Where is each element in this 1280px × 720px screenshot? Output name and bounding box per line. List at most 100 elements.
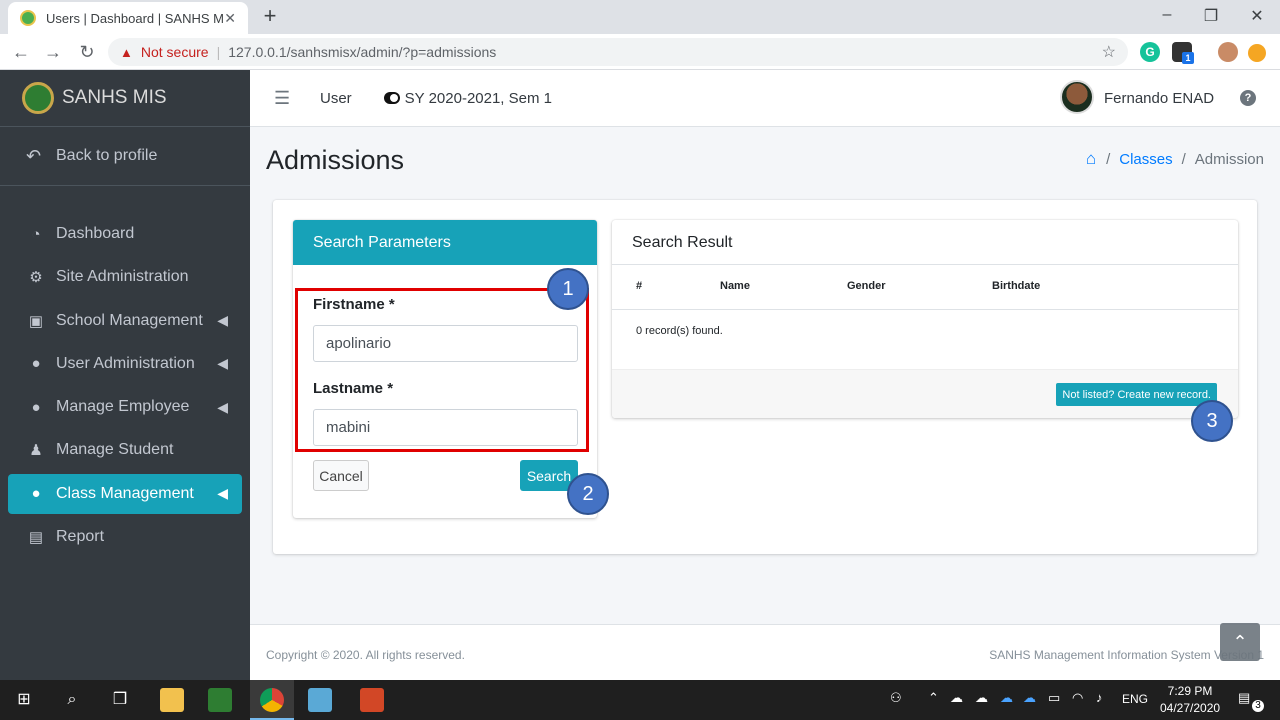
clock-time: 7:29 PM [1167, 684, 1213, 698]
system-version-text: SANHS Management Information System Vers… [989, 648, 1264, 662]
extension-icon-orange[interactable] [1248, 44, 1266, 62]
file-explorer-icon[interactable] [160, 688, 184, 712]
volume-icon[interactable]: ♪ [1096, 690, 1103, 705]
empty-result-text: 0 record(s) found. [636, 325, 723, 337]
extension-badge: 1 [1182, 52, 1194, 64]
user-icon: ● [31, 485, 41, 503]
page-title: Admissions [266, 145, 405, 175]
search-icon[interactable]: ⌕ [60, 688, 84, 712]
breadcrumb: ⌂ / Classes / Admission [1086, 149, 1264, 169]
sidebar-item-site-administration[interactable]: ⚙ Site Administration [8, 257, 242, 297]
bookmark-star-icon[interactable]: ☆ [1102, 42, 1116, 62]
sidebar: SANHS MIS ↶ Back to profile ◔ Dashboard … [0, 70, 250, 680]
sidebar-item-school-management[interactable]: ▣ School Management ◀ [8, 301, 242, 341]
menu-hamburger-icon[interactable]: ☰ [274, 88, 292, 109]
username[interactable]: Fernando ENAD [1104, 90, 1214, 107]
app-icon[interactable] [308, 688, 332, 712]
school-icon: ▣ [28, 312, 44, 330]
task-view-icon[interactable]: ❒ [108, 688, 132, 712]
battery-icon[interactable]: ▭ [1048, 690, 1060, 706]
back-to-profile-link[interactable]: ↶ Back to profile [0, 127, 250, 185]
windows-start-icon[interactable]: ⊞ [12, 688, 36, 712]
tab-close-icon[interactable]: ✕ [224, 10, 236, 27]
nav-user-link[interactable]: User [320, 90, 352, 107]
cloud-upload-icon[interactable]: ☁ [950, 690, 963, 706]
firstname-field[interactable] [313, 325, 578, 362]
onedrive-icon[interactable]: ☁ [1000, 690, 1013, 706]
cloud-upload-icon[interactable]: ☁ [975, 690, 988, 706]
home-icon[interactable]: ⌂ [1086, 149, 1096, 169]
sidebar-item-label: School Management [56, 311, 203, 329]
cogs-icon: ⚙ [29, 269, 43, 287]
reload-icon[interactable]: ↻ [76, 42, 98, 62]
breadcrumb-separator: / [1106, 150, 1111, 168]
avatar[interactable] [1060, 80, 1094, 114]
url-bar[interactable]: ▲ Not secure | 127.0.0.1/sanhsmisx/admin… [108, 38, 1128, 66]
maximize-button[interactable]: ❐ [1196, 6, 1226, 26]
powerpoint-icon[interactable] [360, 688, 384, 712]
clock-date: 04/27/2020 [1160, 701, 1221, 715]
window-close-button[interactable]: ✕ [1242, 6, 1272, 26]
school-year-toggle[interactable]: SY 2020-2021, Sem 1 [383, 90, 552, 107]
help-question-icon[interactable]: ? [1240, 90, 1256, 106]
people-icon[interactable]: ⚇ [890, 690, 902, 706]
sidebar-item-dashboard[interactable]: ◔ Dashboard [8, 214, 242, 254]
callout-3: 3 [1191, 400, 1233, 442]
reply-arrow-icon: ↶ [26, 145, 42, 166]
grammarly-extension-icon[interactable]: G [1140, 42, 1160, 62]
chevron-left-icon: ◀ [217, 398, 228, 415]
scroll-to-top-button[interactable]: ⌃ [1220, 623, 1260, 661]
url-text[interactable]: 127.0.0.1/sanhsmisx/admin/?p=admissions [228, 44, 1101, 60]
url-separator: | [216, 44, 221, 60]
cancel-button[interactable]: Cancel [313, 460, 369, 491]
system-clock[interactable]: 7:29 PM 04/27/2020 [1160, 683, 1220, 717]
school-logo-icon [22, 82, 54, 114]
onedrive-icon[interactable]: ☁ [1023, 690, 1036, 706]
lastname-label: Lastname * [313, 380, 394, 397]
create-new-record-button[interactable]: Not listed? Create new record. [1056, 383, 1217, 406]
sidebar-item-class-management[interactable]: ● Class Management ◀ [8, 473, 242, 514]
back-to-profile-label: Back to profile [56, 147, 158, 164]
chevron-up-icon[interactable]: ⌃ [928, 690, 939, 706]
sidebar-item-user-administration[interactable]: ● User Administration ◀ [8, 344, 242, 384]
new-tab-button[interactable]: + [258, 4, 282, 28]
site-favicon-icon [20, 10, 36, 26]
breadcrumb-separator: / [1181, 150, 1186, 168]
back-arrow-icon[interactable]: ← [10, 42, 32, 62]
column-header-number: # [636, 280, 643, 292]
tab-title: Users | Dashboard | SANHS MIS [46, 10, 225, 26]
notification-icon[interactable]: ▤ [1238, 690, 1250, 706]
sidebar-item-report[interactable]: ▤ Report [8, 517, 242, 557]
sidebar-item-manage-employee[interactable]: ● Manage Employee ◀ [8, 387, 242, 427]
callout-2: 2 [567, 473, 609, 515]
sidebar-item-label: Report [56, 528, 105, 546]
content-wrapper: Admissions ⌂ / Classes / Admission Searc… [250, 127, 1280, 624]
minimize-button[interactable]: – [1152, 6, 1182, 24]
column-header-gender: Gender [847, 280, 886, 292]
sidebar-nav: ◔ Dashboard ⚙ Site Administration ▣ Scho… [8, 214, 242, 560]
language-indicator[interactable]: ENG [1122, 692, 1148, 706]
chevron-left-icon: ◀ [217, 485, 228, 502]
brand-name: SANHS MIS [62, 87, 167, 108]
brand-link[interactable]: SANHS MIS [0, 70, 250, 127]
user-icon: ● [31, 355, 41, 373]
wifi-icon[interactable]: ◠ [1072, 690, 1083, 706]
security-label[interactable]: Not secure [141, 44, 209, 60]
sidebar-divider [0, 185, 250, 186]
browser-tab[interactable]: Users | Dashboard | SANHS MIS ✕ [8, 2, 248, 34]
browser-tab-bar: Users | Dashboard | SANHS MIS ✕ + – ❐ ✕ [0, 0, 1280, 34]
search-result-footer: Not listed? Create new record. [612, 369, 1238, 418]
sidebar-item-label: User Administration [56, 354, 195, 372]
app-icon[interactable] [208, 688, 232, 712]
breadcrumb-classes[interactable]: Classes [1119, 151, 1172, 168]
notification-badge: 3 [1252, 700, 1264, 712]
callout-1: 1 [547, 268, 589, 310]
sidebar-item-manage-student[interactable]: ♟ Manage Student [8, 430, 242, 470]
firstname-label: Firstname * [313, 296, 395, 313]
lastname-field[interactable] [313, 409, 578, 446]
profile-avatar-icon[interactable] [1218, 42, 1238, 62]
copyright-text: Copyright © 2020. All rights reserved. [266, 648, 465, 662]
file-icon: ▤ [28, 529, 44, 547]
forward-arrow-icon[interactable]: → [42, 42, 64, 62]
search-parameters-title: Search Parameters [293, 220, 597, 265]
